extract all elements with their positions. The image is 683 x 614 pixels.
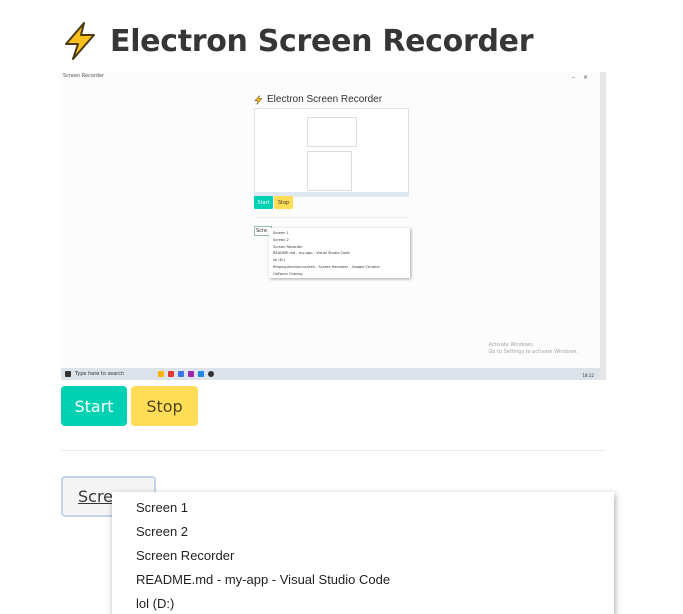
preview-nested-list (307, 151, 352, 191)
preview-dropdown-item: GeForce Overlay (273, 271, 303, 276)
video-source-dropdown[interactable]: Screen 1 Screen 2 Screen Recorder README… (112, 492, 614, 614)
section-divider (61, 450, 606, 451)
stop-button[interactable]: Stop (131, 386, 198, 426)
watermark-line: Activate Windows (488, 342, 533, 348)
preview-dropdown-item: README.md - my-app - Visual Studio Code (273, 251, 350, 256)
preview-dropdown-item: Screen Recorder (273, 244, 303, 249)
start-button[interactable]: Start (61, 386, 127, 426)
preview-inner-title: Electron Screen Recorder (254, 94, 382, 105)
app-icon (188, 371, 195, 377)
windows-start-icon (65, 371, 71, 377)
preview-dropdown-item: lol (D:) (273, 258, 286, 263)
vscode-icon (198, 371, 205, 377)
dropdown-item-screen-2[interactable]: Screen 2 (112, 520, 614, 544)
preview-window-label: Screen Recorder (63, 73, 105, 79)
preview-window-controls: –× (571, 74, 596, 81)
preview-nested-screen (254, 108, 409, 196)
preview-bolt-icon (254, 94, 263, 105)
lightning-bolt-icon (65, 22, 95, 60)
taskbar-clock: 18:12 (582, 373, 594, 378)
dropdown-item-lol-drive[interactable]: lol (D:) (112, 592, 614, 614)
watermark-line: Go to Settings to activate Windows. (488, 349, 578, 355)
dropdown-item-screen-recorder[interactable]: Screen Recorder (112, 544, 614, 568)
preview-inner-title-text: Electron Screen Recorder (267, 94, 383, 105)
preview-dropdown-item: ffmpeg-electron-screen - Screen Recorder… (273, 264, 380, 269)
electron-icon (208, 371, 215, 377)
page-title: Electron Screen Recorder (62, 22, 533, 60)
recording-preview-video[interactable]: Screen Recorder –× Electron Screen Recor… (61, 72, 606, 380)
preview-divider (254, 217, 409, 218)
preview-dropdown: Screen 1 Screen 2 Screen Recorder README… (269, 228, 410, 278)
chrome-icon (168, 371, 175, 377)
explorer-icon (158, 371, 165, 377)
taskbar-search-text: Type here to search (75, 371, 125, 377)
dropdown-item-screen-1[interactable]: Screen 1 (112, 496, 614, 520)
app-title: Electron Screen Recorder (110, 23, 534, 59)
preview-start-button: Start (254, 196, 273, 209)
preview-dropdown-item: Screen 2 (273, 237, 289, 242)
preview-nested-window (307, 117, 357, 147)
preview-stop-button: Stop (274, 196, 293, 209)
edge-icon (178, 371, 185, 377)
preview-window-titlebar: Screen Recorder (61, 72, 600, 86)
dropdown-item-vscode[interactable]: README.md - my-app - Visual Studio Code (112, 568, 614, 592)
preview-taskbar: Type here to search (61, 368, 600, 380)
activate-windows-watermark: Activate Windows Go to Settings to activ… (488, 342, 578, 356)
preview-dropdown-item: Screen 1 (273, 231, 289, 235)
